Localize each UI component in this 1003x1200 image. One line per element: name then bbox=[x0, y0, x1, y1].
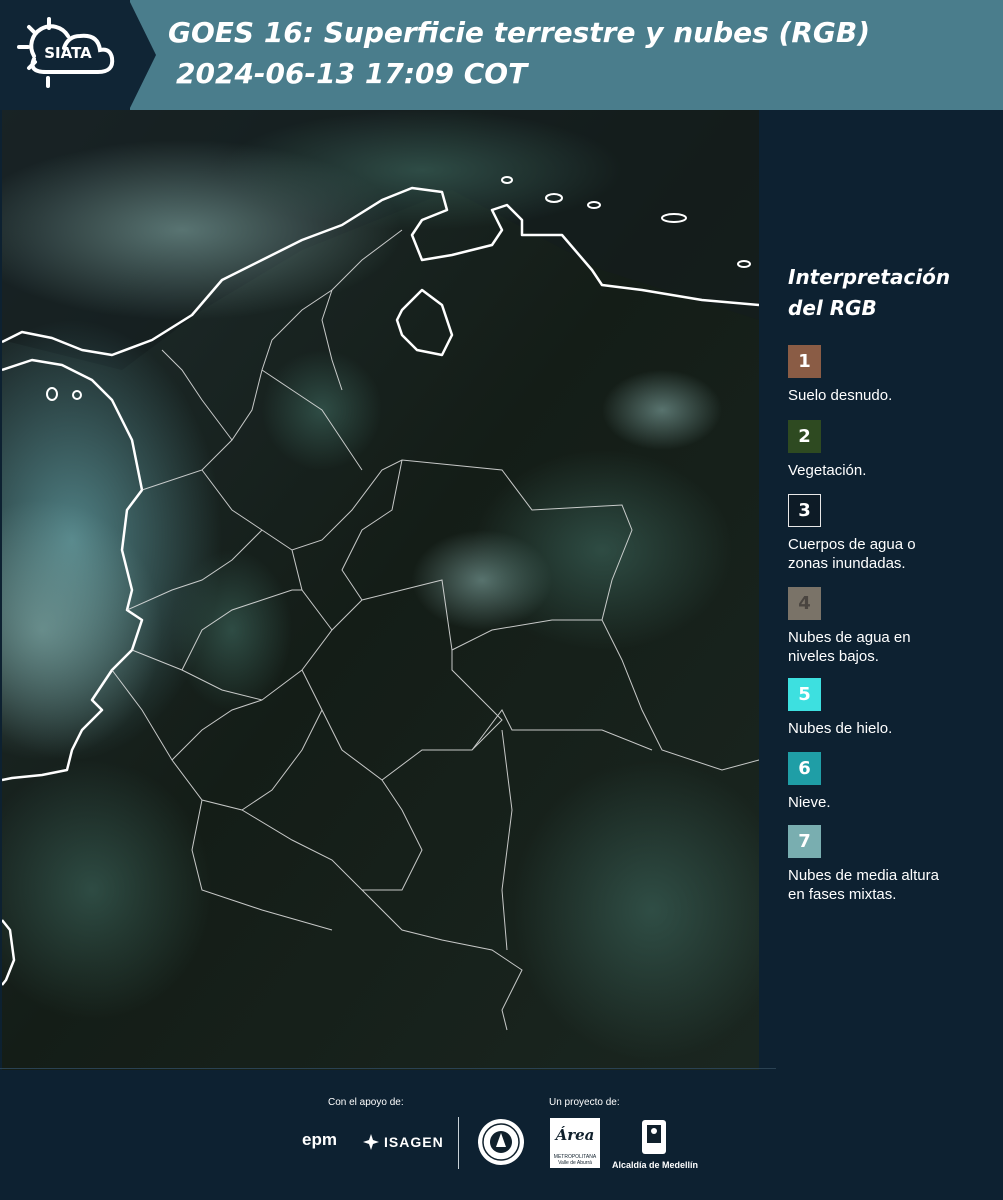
legend-swatch: 7 bbox=[788, 825, 821, 858]
logo-text: SIATA bbox=[44, 44, 92, 62]
isagen-text: ISAGEN bbox=[384, 1134, 444, 1150]
legend-swatch: 6 bbox=[788, 752, 821, 785]
page-title: GOES 16: Superficie terrestre y nubes (R… bbox=[168, 16, 871, 49]
page-timestamp: 2024-06-13 17:09 COT bbox=[176, 57, 528, 90]
legend-label: Nubes de agua en niveles bajos. bbox=[788, 628, 988, 666]
area-metropolitana-subtext: METROPOLITANA Valle de Aburrá bbox=[553, 1154, 597, 1166]
legend-title-line2: del RGB bbox=[788, 296, 877, 320]
legend-label-line2: en fases mixtas. bbox=[788, 886, 897, 903]
siata-logo[interactable]: SIATA bbox=[0, 0, 130, 110]
legend-label-line2: zonas inundadas. bbox=[788, 555, 906, 572]
alcaldia-text: Alcaldía de Medellín bbox=[612, 1160, 699, 1170]
isagen-logo[interactable]: ISAGEN bbox=[362, 1133, 444, 1151]
legend-label-line1: Nubes de agua en bbox=[788, 629, 911, 646]
legend-label: Nubes de hielo. bbox=[788, 720, 893, 737]
legend-item-7: 7 Nubes de media altura en fases mixtas. bbox=[788, 825, 988, 904]
legend-title-line1: Interpretación bbox=[788, 265, 951, 289]
logo-arrow bbox=[129, 0, 156, 110]
medellin-seal-icon[interactable] bbox=[476, 1117, 526, 1167]
legend-label: Nubes de media altura en fases mixtas. bbox=[788, 866, 988, 904]
legend-label: Vegetación. bbox=[788, 462, 867, 479]
legend-item-6: 6 Nieve. bbox=[788, 752, 988, 812]
header-bar: SIATA GOES 16: Superficie terrestre y nu… bbox=[0, 0, 1003, 110]
satellite-rgb-image bbox=[2, 110, 759, 1070]
legend-swatch: 5 bbox=[788, 678, 821, 711]
legend-item-2: 2 Vegetación. bbox=[788, 420, 988, 480]
alcaldia-shield-icon[interactable] bbox=[640, 1118, 668, 1156]
legend-label-line1: Cuerpos de agua o bbox=[788, 536, 916, 553]
project-label: Un proyecto de: bbox=[549, 1097, 620, 1108]
legend-title: Interpretación del RGB bbox=[788, 262, 988, 324]
legend-swatch: 3 bbox=[788, 494, 821, 527]
footer-divider-line bbox=[0, 1068, 776, 1069]
legend-swatch: 2 bbox=[788, 420, 821, 453]
legend-swatch: 4 bbox=[788, 587, 821, 620]
legend-label: Cuerpos de agua o zonas inundadas. bbox=[788, 535, 988, 573]
legend-label: Nieve. bbox=[788, 794, 831, 811]
satellite-map[interactable] bbox=[2, 110, 759, 1070]
support-label: Con el apoyo de: bbox=[328, 1097, 404, 1108]
legend-item-5: 5 Nubes de hielo. bbox=[788, 678, 988, 738]
legend-label-line2: niveles bajos. bbox=[788, 648, 879, 665]
legend-item-1: 1 Suelo desnudo. bbox=[788, 345, 988, 405]
legend-label-line1: Nubes de media altura bbox=[788, 867, 939, 884]
isagen-star-icon bbox=[363, 1134, 379, 1150]
epm-logo[interactable]: epm bbox=[302, 1130, 337, 1150]
footer-vertical-divider bbox=[458, 1117, 459, 1169]
legend-swatch: 1 bbox=[788, 345, 821, 378]
legend-label: Suelo desnudo. bbox=[788, 387, 893, 404]
legend-item-4: 4 Nubes de agua en niveles bajos. bbox=[788, 587, 988, 666]
legend-item-3: 3 Cuerpos de agua o zonas inundadas. bbox=[788, 494, 988, 573]
